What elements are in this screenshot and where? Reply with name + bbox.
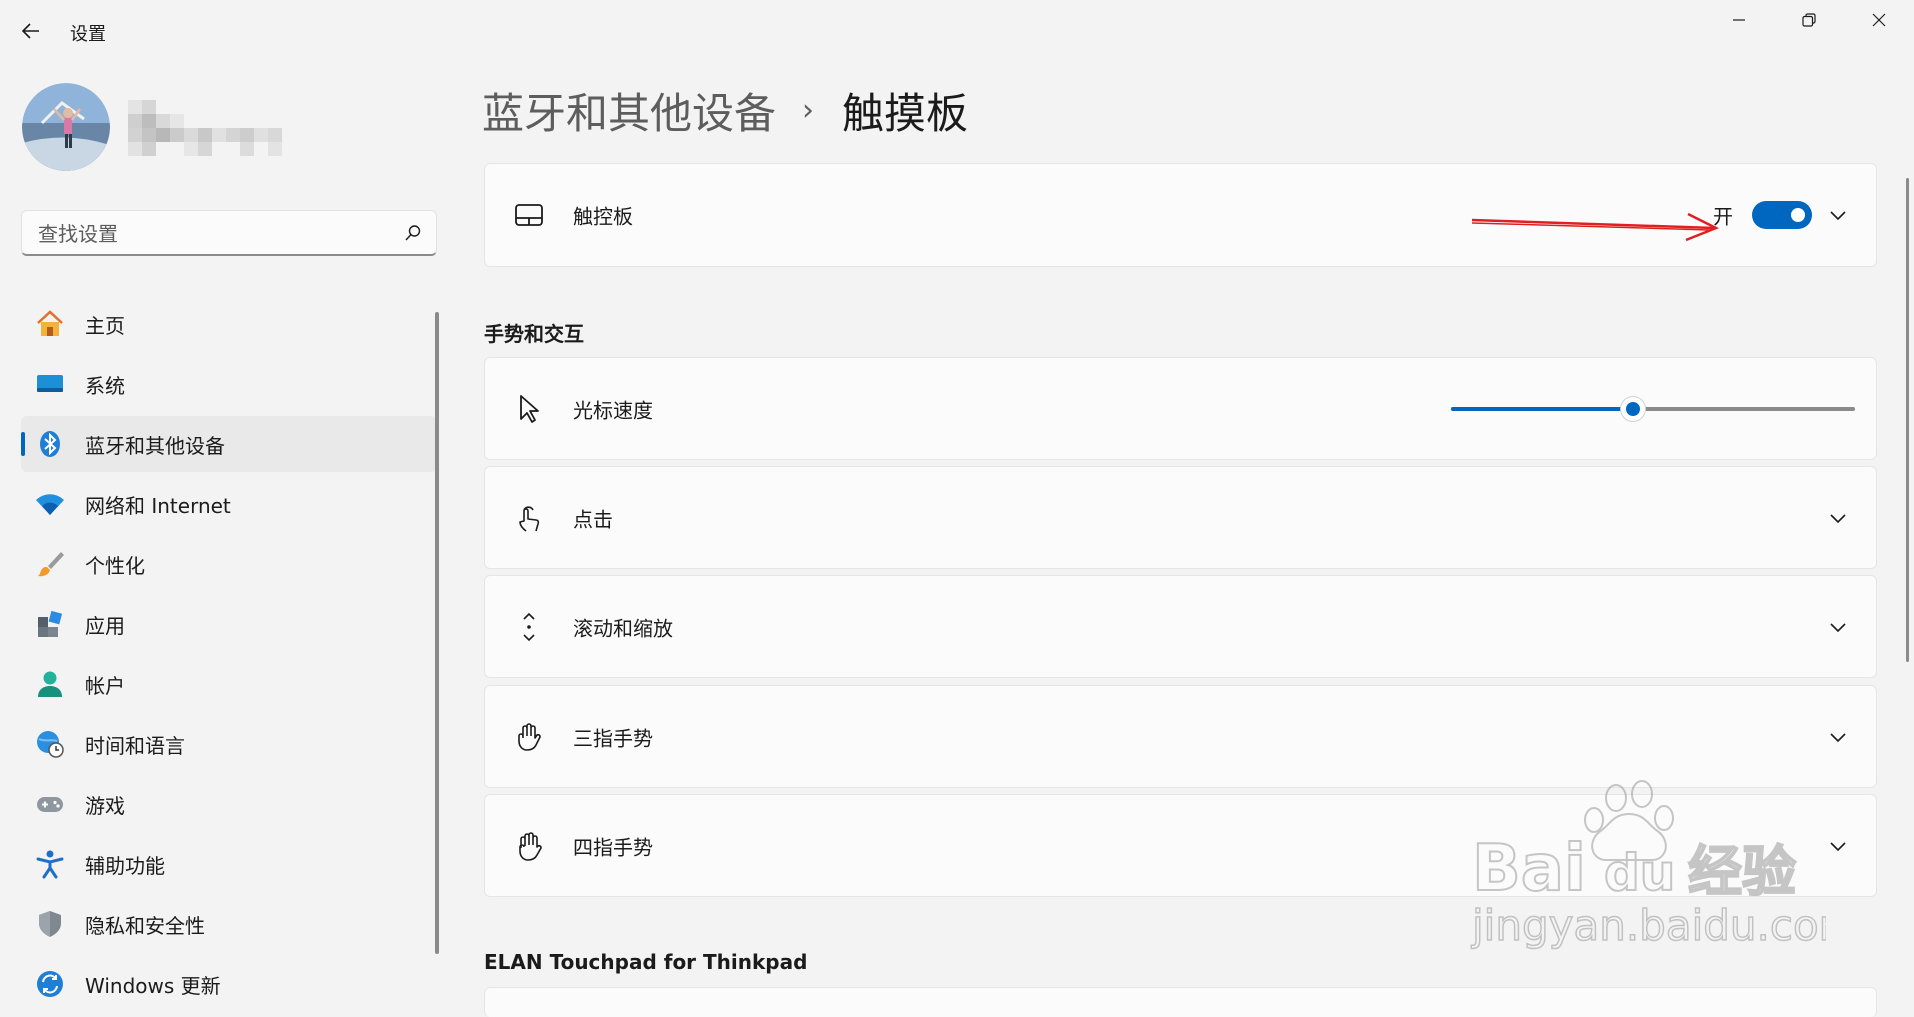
sidebar-item-label: 蓝牙和其他设备: [85, 433, 225, 458]
sidebar-item-label: 应用: [85, 613, 125, 638]
sidebar-item-label: 主页: [85, 313, 125, 338]
sidebar-nav: 主页 系统 蓝牙和其他设备 网络和 Internet 个性化 应用 帐户 时间和…: [21, 296, 437, 1016]
three-finger-label: 三指手势: [573, 726, 653, 750]
touchpad-icon: [513, 199, 545, 231]
search-input[interactable]: [36, 211, 380, 257]
title-bar: 设置: [0, 0, 1914, 64]
sidebar-item-label: 辅助功能: [85, 853, 165, 878]
search-box[interactable]: [21, 210, 437, 257]
gamepad-icon: [35, 789, 65, 819]
toggle-knob: [1791, 208, 1805, 222]
back-arrow-icon: [21, 23, 39, 39]
sidebar-item-network[interactable]: 网络和 Internet: [21, 476, 437, 532]
close-button[interactable]: [1844, 0, 1914, 40]
user-avatar[interactable]: [22, 83, 110, 171]
sidebar-item-home[interactable]: 主页: [21, 296, 437, 352]
cursor-speed-card: 光标速度: [484, 357, 1877, 460]
scroll-zoom-card[interactable]: 滚动和缩放: [484, 575, 1877, 678]
sidebar-item-windows-update[interactable]: Windows 更新: [21, 956, 437, 1012]
globe-clock-icon: [35, 729, 65, 759]
wifi-icon: [35, 489, 65, 519]
restore-button[interactable]: [1774, 0, 1844, 40]
cursor-speed-label: 光标速度: [573, 398, 653, 422]
shield-icon: [35, 909, 65, 939]
sidebar-scrollbar[interactable]: [435, 312, 439, 954]
system-icon: [35, 369, 65, 399]
scroll-icon: [513, 611, 545, 643]
account-icon: [35, 669, 65, 699]
restore-icon: [1802, 13, 1816, 27]
back-button[interactable]: [14, 14, 48, 48]
sidebar-item-label: 系统: [85, 373, 125, 398]
sidebar-item-label: 游戏: [85, 793, 125, 818]
sidebar-item-label: 隐私和安全性: [85, 913, 205, 938]
red-annotation-arrow: [1471, 212, 1720, 242]
slider-thumb[interactable]: [1620, 396, 1645, 421]
touchpad-toggle[interactable]: [1752, 201, 1812, 229]
breadcrumb-separator: ›: [802, 92, 815, 128]
main-scrollbar[interactable]: [1906, 178, 1909, 662]
chevron-down-icon[interactable]: [1826, 725, 1850, 749]
chevron-down-icon[interactable]: [1826, 203, 1850, 227]
apps-icon: [35, 609, 65, 639]
bluetooth-icon: [35, 429, 65, 459]
baidu-jingyan-watermark: Bai du 经验 jingyan.baidu.com: [1470, 780, 1826, 950]
minimize-button[interactable]: [1704, 0, 1774, 40]
sidebar-item-system[interactable]: 系统: [21, 356, 437, 412]
brush-icon: [35, 549, 65, 579]
tap-label: 点击: [573, 507, 613, 531]
sidebar-item-label: 时间和语言: [85, 733, 185, 758]
four-finger-label: 四指手势: [573, 835, 653, 859]
scroll-zoom-label: 滚动和缩放: [573, 616, 673, 640]
breadcrumb: 蓝牙和其他设备 › 触摸板: [482, 82, 968, 138]
chevron-down-icon[interactable]: [1826, 506, 1850, 530]
watermark-brand: Bai: [1472, 832, 1586, 906]
sidebar-item-label: Windows 更新: [85, 973, 221, 998]
sidebar-item-label: 帐户: [85, 673, 125, 698]
page-title: 触摸板: [842, 88, 969, 138]
sidebar-item-apps[interactable]: 应用: [21, 596, 437, 652]
chevron-down-icon[interactable]: [1826, 615, 1850, 639]
update-icon: [35, 969, 65, 999]
app-title: 设置: [70, 24, 106, 45]
watermark-url: jingyan.baidu.com: [1471, 901, 1826, 950]
breadcrumb-parent[interactable]: 蓝牙和其他设备: [482, 80, 776, 141]
watermark-brand-suffix: du: [1604, 844, 1675, 902]
close-icon: [1872, 13, 1886, 27]
three-finger-hand-icon: [513, 721, 545, 753]
sidebar-item-time-language[interactable]: 时间和语言: [21, 716, 437, 772]
cursor-speed-slider[interactable]: [1451, 396, 1855, 421]
sidebar-item-accounts[interactable]: 帐户: [21, 656, 437, 712]
touchpad-label: 触控板: [573, 204, 633, 229]
accessibility-icon: [35, 849, 65, 879]
tap-card[interactable]: 点击: [484, 466, 1877, 569]
sidebar-item-label: 网络和 Internet: [85, 493, 231, 518]
slider-fill: [1451, 406, 1633, 411]
sidebar-item-privacy[interactable]: 隐私和安全性: [21, 896, 437, 952]
sidebar-item-gaming[interactable]: 游戏: [21, 776, 437, 832]
three-finger-card[interactable]: 三指手势: [484, 685, 1877, 788]
watermark-cn: 经验: [1688, 840, 1796, 903]
user-name-blurred: [128, 100, 298, 156]
home-icon: [35, 309, 65, 339]
cursor-icon: [513, 393, 545, 425]
chevron-down-icon[interactable]: [1826, 834, 1850, 858]
user-avatar-photo: [22, 83, 110, 171]
pixelated-name-graphic: [128, 100, 282, 156]
four-finger-hand-icon: [513, 830, 545, 862]
device-card-partial: [484, 987, 1877, 1017]
sidebar-item-label: 个性化: [85, 553, 145, 578]
section-title-device: ELAN Touchpad for Thinkpad: [484, 950, 808, 974]
minimize-icon: [1733, 19, 1745, 21]
sidebar-item-personalization[interactable]: 个性化: [21, 536, 437, 592]
sidebar-item-bluetooth-devices[interactable]: 蓝牙和其他设备: [21, 416, 437, 472]
tap-icon: [513, 502, 545, 534]
sidebar-item-accessibility[interactable]: 辅助功能: [21, 836, 437, 892]
search-icon[interactable]: [404, 224, 422, 242]
section-title-gestures: 手势和交互: [484, 322, 584, 346]
